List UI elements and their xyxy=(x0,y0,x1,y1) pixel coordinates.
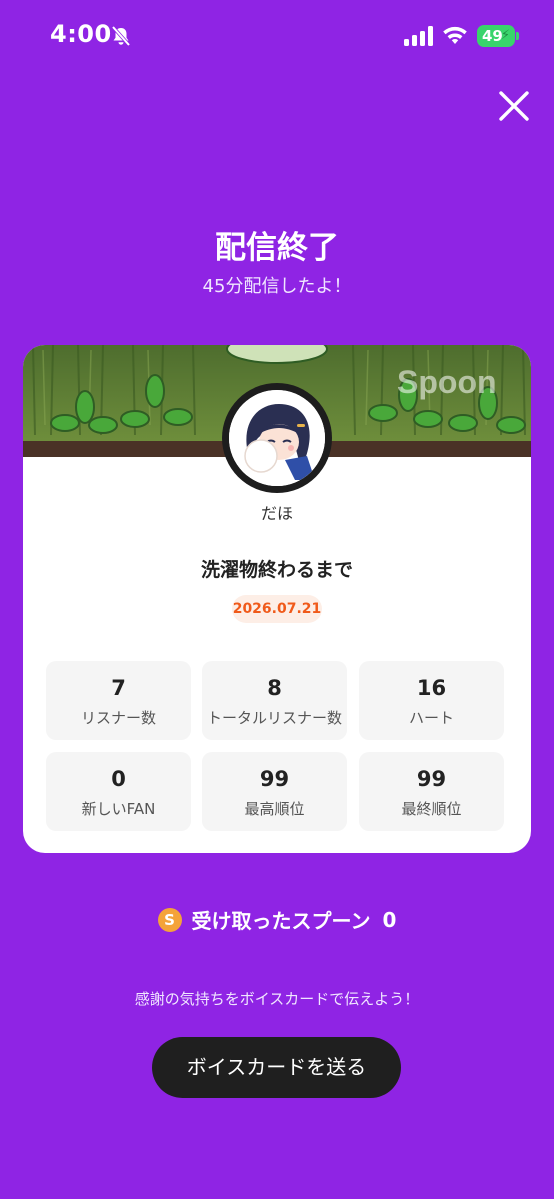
page-subtitle: 45分配信したよ！ xyxy=(202,276,352,297)
stat-label: 最終順位 xyxy=(401,800,462,818)
date-badge: 2026.07.21 xyxy=(232,595,322,623)
spoons-received-label: 受け取ったスプーン xyxy=(191,909,371,933)
stat-value: 0 xyxy=(111,767,126,791)
battery-indicator: 49 ⚡ xyxy=(477,25,515,47)
stat-label: トータルリスナー数 xyxy=(206,709,342,727)
stat-label: リスナー数 xyxy=(80,709,156,727)
send-voice-card-button[interactable]: ボイスカードを送る xyxy=(152,1037,401,1098)
stat-hearts: 16 ハート xyxy=(359,661,504,740)
live-title: 洗濯物終わるまで xyxy=(200,559,353,581)
spoons-received-count: 0 xyxy=(382,907,397,932)
stat-label: 新しいFAN xyxy=(81,800,156,818)
stat-listeners: 7 リスナー数 xyxy=(46,661,191,740)
stat-value: 99 xyxy=(259,767,290,791)
status-bar: 4:00 49 ⚡ xyxy=(0,0,554,70)
username: だほ xyxy=(260,504,293,523)
stat-total-listeners: 8 トータルリスナー数 xyxy=(202,661,347,740)
broadcast-result-card: Spoon だほ 洗濯物終わるまで 2026.07.21 7 リスナー数 8 ト… xyxy=(23,345,531,853)
avatar-image xyxy=(229,390,325,486)
spoons-received-row: S 受け取ったスプーン 0 xyxy=(0,905,554,937)
stat-final-rank: 99 最終順位 xyxy=(359,752,504,831)
stat-label: ハート xyxy=(408,709,454,727)
bell-muted-icon xyxy=(111,25,131,47)
cellular-signal-icon xyxy=(404,26,433,46)
status-time: 4:00 xyxy=(50,20,112,48)
banner-watermark: Spoon xyxy=(397,364,497,400)
stat-value: 16 xyxy=(416,676,447,700)
stat-value: 99 xyxy=(416,767,447,791)
close-icon[interactable] xyxy=(496,88,532,124)
charging-bolt-icon: ⚡ xyxy=(500,28,510,43)
spoon-coin-icon: S xyxy=(157,907,182,932)
page-title: 配信終了 xyxy=(215,230,339,266)
wifi-icon xyxy=(443,26,467,44)
battery-tip xyxy=(516,32,519,40)
avatar[interactable] xyxy=(222,383,332,493)
battery-level: 49 xyxy=(482,27,503,45)
stat-label: 最高順位 xyxy=(244,800,305,818)
stat-highest-rank: 99 最高順位 xyxy=(202,752,347,831)
stat-value: 7 xyxy=(111,676,126,700)
stat-value: 8 xyxy=(267,676,282,700)
thanks-message: 感謝の気持ちをボイスカードで伝えよう！ xyxy=(134,990,420,1008)
stat-new-fans: 0 新しいFAN xyxy=(46,752,191,831)
